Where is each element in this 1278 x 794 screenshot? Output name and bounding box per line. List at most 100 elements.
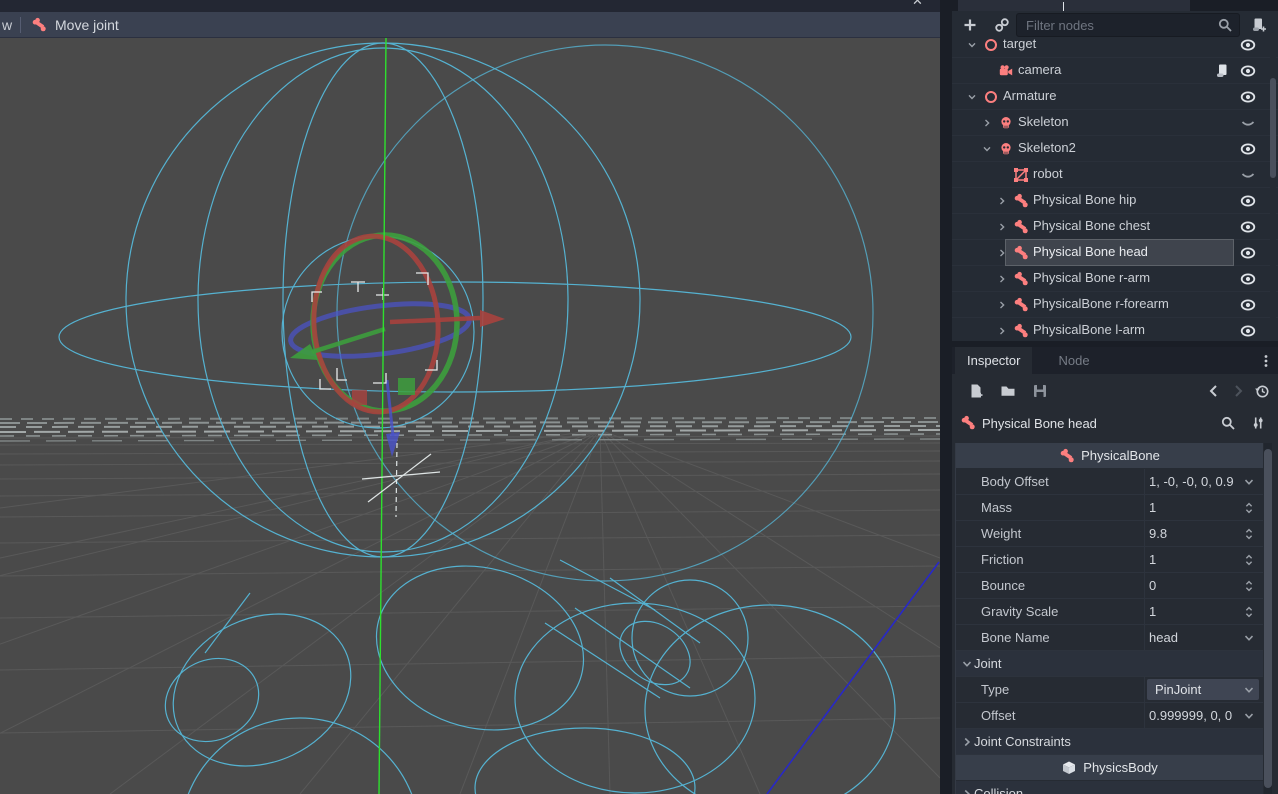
section-header-joint-constraints[interactable]: Joint Constraints — [956, 729, 1263, 755]
visibility-on-icon[interactable] — [1240, 37, 1256, 53]
close-icon[interactable]: ✕ — [912, 0, 923, 9]
property-row-mass: Mass1 — [956, 495, 1263, 521]
tree-collapse-arrow-icon[interactable] — [966, 39, 978, 51]
viewport-3d[interactable]: ✕ w Move joint — [0, 0, 940, 794]
property-row-bone-name: Bone Namehead — [956, 625, 1263, 651]
visibility-on-icon[interactable] — [1240, 245, 1256, 261]
search-icon[interactable] — [1220, 415, 1236, 431]
tree-row[interactable]: PhysicalBone l-arm — [952, 318, 1278, 341]
property-value[interactable]: 0 — [1149, 578, 1156, 593]
visibility-on-icon[interactable] — [1240, 219, 1256, 235]
history-list-button[interactable] — [1254, 383, 1270, 399]
tree-node-label: camera — [1018, 62, 1061, 77]
visibility-on-icon[interactable] — [1240, 323, 1256, 339]
tree-row[interactable]: target — [952, 32, 1278, 58]
attach-script-button[interactable] — [1251, 17, 1267, 33]
chevron-down-icon[interactable] — [1242, 709, 1256, 723]
tree-row[interactable]: Skeleton2 — [952, 136, 1278, 162]
search-icon — [1217, 17, 1233, 33]
column-divider — [1144, 573, 1145, 599]
bone-icon — [1013, 245, 1029, 261]
script-icon[interactable] — [1214, 63, 1230, 79]
tree-collapse-arrow-icon[interactable] — [966, 91, 978, 103]
section-expand-icon — [960, 735, 974, 749]
tree-collapse-arrow-icon[interactable] — [981, 143, 993, 155]
section-label: Joint — [974, 656, 1001, 671]
tree-expand-arrow-icon[interactable] — [996, 247, 1008, 259]
tree-node-label: Physical Bone head — [1033, 244, 1148, 259]
chevron-down-icon[interactable] — [1242, 631, 1256, 645]
column-divider — [1144, 625, 1145, 651]
inspector-scrollbar-thumb[interactable] — [1264, 449, 1272, 788]
visibility-off-icon[interactable] — [1240, 167, 1256, 183]
world-z-line — [767, 562, 939, 794]
section-header-collision[interactable]: Collision — [956, 781, 1263, 794]
property-label: Body Offset — [981, 474, 1049, 489]
view-menu-fragment[interactable]: w — [2, 17, 16, 33]
visibility-on-icon[interactable] — [1240, 297, 1256, 313]
visibility-off-icon[interactable] — [1240, 115, 1256, 131]
tree-expand-arrow-icon[interactable] — [996, 273, 1008, 285]
tree-row[interactable]: PhysicalBone r-forearm — [952, 292, 1278, 318]
property-value[interactable]: 9.8 — [1149, 526, 1167, 541]
tree-expand-arrow-icon[interactable] — [996, 325, 1008, 337]
add-node-button[interactable] — [962, 17, 978, 33]
text-caret — [1063, 2, 1064, 11]
chevron-down-icon — [1242, 683, 1256, 697]
tree-node-label: Physical Bone hip — [1033, 192, 1136, 207]
visibility-on-icon[interactable] — [1240, 141, 1256, 157]
bone-icon — [960, 415, 976, 431]
dock-menu-icon[interactable] — [1258, 353, 1274, 369]
save-resource-button[interactable] — [1032, 383, 1048, 399]
chevron-down-icon[interactable] — [1242, 475, 1256, 489]
option-button[interactable]: PinJoint — [1147, 679, 1259, 700]
tree-row[interactable]: Armature — [952, 84, 1278, 110]
tree-row[interactable]: Physical Bone head — [952, 240, 1278, 266]
property-value[interactable]: head — [1149, 630, 1178, 645]
property-value[interactable]: 1 — [1149, 500, 1156, 515]
tree-node-label: PhysicalBone l-arm — [1033, 322, 1145, 337]
stepper-icon[interactable] — [1242, 501, 1256, 515]
tree-row[interactable]: Physical Bone hip — [952, 188, 1278, 214]
property-value[interactable]: 1 — [1149, 552, 1156, 567]
history-forward-button[interactable] — [1230, 383, 1246, 399]
scene-dock-top-strip — [952, 0, 1278, 11]
tree-row[interactable]: Physical Bone chest — [952, 214, 1278, 240]
stepper-icon[interactable] — [1242, 553, 1256, 567]
tree-row[interactable]: robot — [952, 162, 1278, 188]
stepper-icon[interactable] — [1242, 579, 1256, 593]
tree-row[interactable]: Skeleton — [952, 110, 1278, 136]
tab-inspector[interactable]: Inspector — [955, 347, 1032, 374]
history-back-button[interactable] — [1206, 383, 1222, 399]
tree-row[interactable]: camera — [952, 58, 1278, 84]
viewport-scene[interactable] — [0, 38, 940, 794]
column-divider — [1144, 599, 1145, 625]
column-divider — [1144, 677, 1145, 703]
tree-expand-arrow-icon[interactable] — [981, 117, 993, 129]
tree-row[interactable]: Physical Bone r-arm — [952, 266, 1278, 292]
visibility-on-icon[interactable] — [1240, 63, 1256, 79]
tree-expand-arrow-icon[interactable] — [996, 195, 1008, 207]
instance-scene-button[interactable] — [994, 17, 1010, 33]
property-tools-icon[interactable] — [1250, 415, 1266, 431]
property-value[interactable]: 0.999999, 0, 0 — [1149, 708, 1232, 723]
property-label: Gravity Scale — [981, 604, 1058, 619]
stepper-icon[interactable] — [1242, 605, 1256, 619]
visibility-on-icon[interactable] — [1240, 89, 1256, 105]
property-value[interactable]: 1 — [1149, 604, 1156, 619]
inspector-tab-bar: Inspector Node — [952, 347, 1278, 374]
property-value[interactable]: 1, -0, -0, 0, 0.9 — [1149, 474, 1234, 489]
visibility-on-icon[interactable] — [1240, 271, 1256, 287]
spatial-icon — [983, 89, 999, 105]
stepper-icon[interactable] — [1242, 527, 1256, 541]
section-header-joint[interactable]: Joint — [956, 651, 1263, 677]
tab-node[interactable]: Node — [1046, 347, 1101, 374]
new-resource-button[interactable] — [968, 383, 984, 399]
tree-expand-arrow-icon[interactable] — [996, 299, 1008, 311]
scene-tree-scrollbar-thumb[interactable] — [1270, 78, 1276, 178]
tree-expand-arrow-icon[interactable] — [996, 221, 1008, 233]
load-resource-button[interactable] — [1000, 383, 1016, 399]
visibility-on-icon[interactable] — [1240, 193, 1256, 209]
property-label: Friction — [981, 552, 1024, 567]
viewport-top-strip: ✕ — [0, 0, 940, 12]
